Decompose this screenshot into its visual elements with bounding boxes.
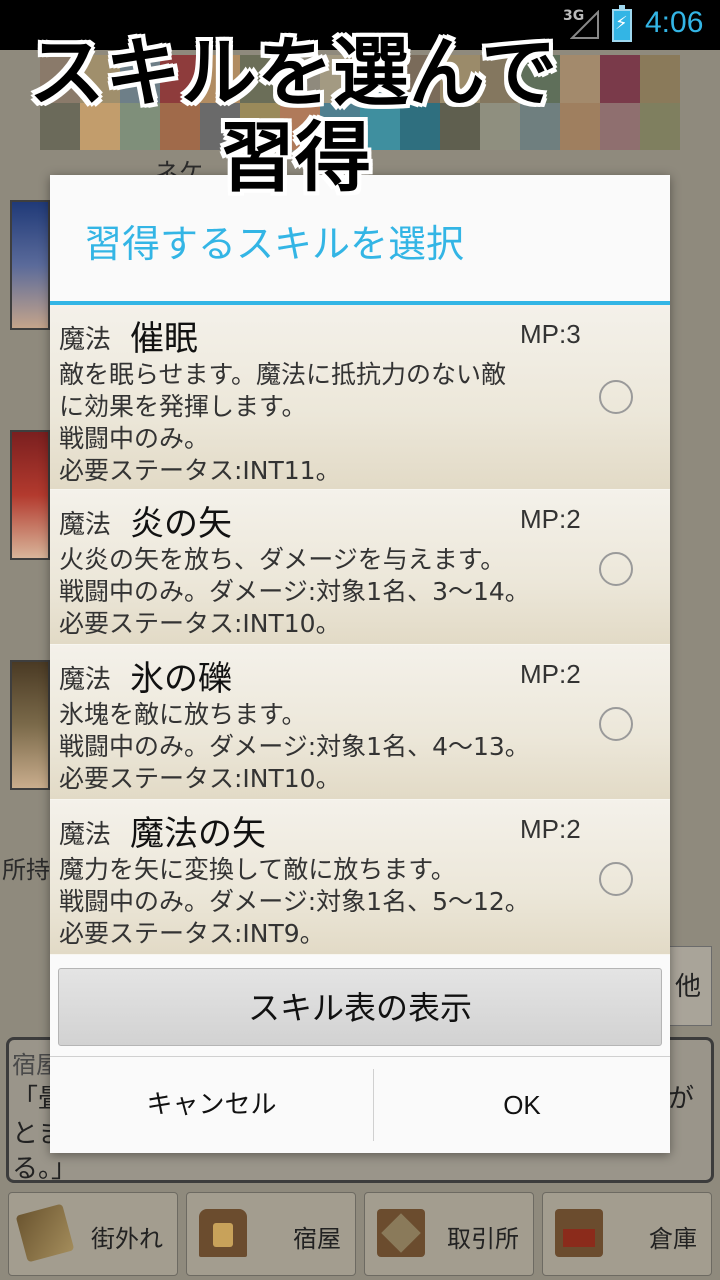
battery-icon: ⚡ [612,5,632,42]
nav-label: 取引所 [447,1225,519,1253]
skill-mp: MP:2 [520,504,581,534]
skill-description: 火炎の矢を放ち、ダメージを与えます。 戦闘中のみ。ダメージ:対象1名、3～14。… [59,544,579,640]
show-skill-table-button[interactable]: スキル表の表示 [58,968,662,1046]
signpost-icon [15,1203,75,1263]
description-line: 戦闘中のみ。ダメージ:対象1名、5～12。 [59,887,530,916]
message-line: が [668,1084,695,1114]
nav-label: 倉庫 [649,1225,697,1253]
description-line: 必要ステータス:INT10。 [59,609,341,638]
caption-line-1: スキルを選んで [28,28,558,117]
skill-description: 敵を眠らせます。魔法に抵抗力のない敵 に効果を発揮します。 戦闘中のみ。 必要ス… [59,359,579,487]
description-line: に効果を発揮します。 [59,392,307,421]
description-line: 魔力を矢に変換して敵に放ちます。 [59,855,456,884]
skill-description: 魔力を矢に変換して敵に放ちます。 戦闘中のみ。ダメージ:対象1名、5～12。 必… [59,854,579,950]
message-line: る。」 [12,1154,78,1184]
skill-description: 氷塊を敵に放ちます。 戦闘中のみ。ダメージ:対象1名、4～13。 必要ステータス… [59,699,579,795]
clock: 4:06 [645,6,704,39]
caption-line-2: 習得 [219,113,371,202]
skill-category: 魔法 [59,820,112,850]
skill-category: 魔法 [59,665,112,695]
ok-button[interactable]: OK [374,1057,670,1153]
nav-storehouse-button[interactable]: 倉庫 [542,1192,712,1276]
bottom-nav: 街外れ 宿屋 取引所 倉庫 [0,1188,720,1280]
skill-radio-button[interactable] [599,707,633,741]
description-line: 必要ステータス:INT10。 [59,764,341,793]
skill-category: 魔法 [59,325,112,355]
nav-inn-button[interactable]: 宿屋 [186,1192,356,1276]
skill-radio-button[interactable] [599,552,633,586]
skill-item[interactable]: 魔法 催眠 MP:3 敵を眠らせます。魔法に抵抗力のない敵 に効果を発揮します。… [50,305,670,490]
skill-name: 催眠 [130,319,198,359]
nav-trade-button[interactable]: 取引所 [364,1192,534,1276]
skill-list[interactable]: 魔法 催眠 MP:3 敵を眠らせます。魔法に抵抗力のない敵 に効果を発揮します。… [50,305,670,955]
skill-item[interactable]: 魔法 氷の礫 MP:2 氷塊を敵に放ちます。 戦闘中のみ。ダメージ:対象1名、4… [50,645,670,800]
description-line: 火炎の矢を放ち、ダメージを与えます。 [59,545,506,574]
description-line: 戦闘中のみ。ダメージ:対象1名、3～14。 [59,577,530,606]
skill-item[interactable]: 魔法 魔法の矢 MP:2 魔力を矢に変換して敵に放ちます。 戦闘中のみ。ダメージ… [50,800,670,955]
trade-icon [377,1209,425,1257]
nav-label: 街外れ [91,1225,163,1253]
skill-item[interactable]: 魔法 炎の矢 MP:2 火炎の矢を放ち、ダメージを与えます。 戦闘中のみ。ダメー… [50,490,670,645]
character-portrait [10,660,50,790]
description-line: 戦闘中のみ。ダメージ:対象1名、4～13。 [59,732,530,761]
description-line: 氷塊を敵に放ちます。 [59,700,307,729]
description-line: 必要ステータス:INT11。 [59,456,341,485]
nav-outskirts-button[interactable]: 街外れ [8,1192,178,1276]
skill-radio-button[interactable] [599,862,633,896]
skill-mp: MP:2 [520,814,581,844]
description-line: 敵を眠らせます。魔法に抵抗力のない敵 [59,360,507,389]
learn-skill-dialog: 習得するスキルを選択 魔法 催眠 MP:3 敵を眠らせます。魔法に抵抗力のない敵… [50,175,670,1153]
skill-category: 魔法 [59,510,112,540]
nav-label: 宿屋 [293,1225,341,1253]
storehouse-icon [555,1209,603,1257]
character-portrait [10,200,50,330]
skill-mp: MP:2 [520,659,581,689]
description-line: 必要ステータス:INT9。 [59,919,325,948]
skill-mp: MP:3 [520,319,581,349]
skill-name: 魔法の矢 [130,814,266,854]
character-portrait [10,430,50,560]
inn-icon [199,1209,247,1257]
dialog-title: 習得するスキルを選択 [84,222,465,266]
skill-radio-button[interactable] [599,380,633,414]
skill-name: 炎の矢 [130,504,232,544]
money-label: 所持 [2,856,50,884]
cancel-button[interactable]: キャンセル [50,1057,373,1153]
skill-name: 氷の礫 [130,659,232,699]
description-line: 戦闘中のみ。 [59,424,210,453]
other-button[interactable]: 他 [664,946,712,1026]
